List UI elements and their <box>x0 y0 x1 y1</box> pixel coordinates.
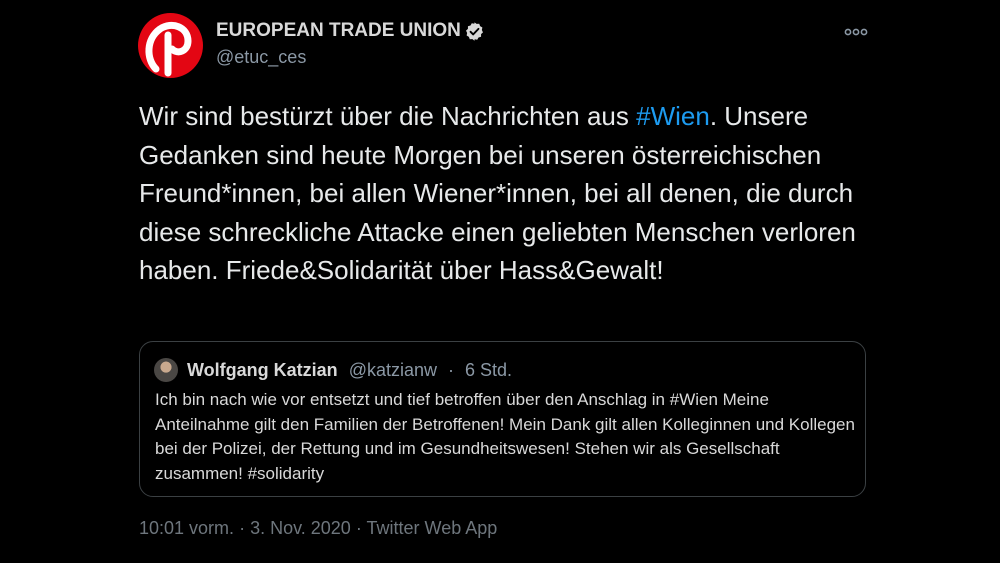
etuc-logo-icon <box>145 22 192 77</box>
author-handle[interactable]: @etuc_ces <box>216 47 306 68</box>
tweet-text-start: Wir sind bestürzt über die Nachrichten a… <box>139 101 637 131</box>
quote-author-avatar[interactable] <box>154 358 178 382</box>
author-avatar[interactable] <box>138 13 203 78</box>
quote-age[interactable]: 6 Std. <box>465 360 512 380</box>
metadata-separator: · <box>239 518 246 538</box>
quote-separator: · <box>448 360 455 380</box>
tweet-source[interactable]: Twitter Web App <box>367 518 498 538</box>
quote-author-name[interactable]: Wolfgang Katzian <box>187 360 338 380</box>
tweet-detail: EUROPEAN TRADE UNION @etuc_ces Wir sind … <box>0 0 1000 563</box>
hashtag-link[interactable]: #Wien <box>636 101 710 131</box>
more-options-icon[interactable] <box>842 22 870 42</box>
tweet-date[interactable]: 3. Nov. 2020 <box>250 518 351 538</box>
quote-author-handle[interactable]: @katzianw <box>349 360 437 380</box>
tweet-text: Wir sind bestürzt über die Nachrichten a… <box>139 97 859 290</box>
tweet-time[interactable]: 10:01 vorm. <box>139 518 234 538</box>
author-name[interactable]: EUROPEAN TRADE UNION <box>216 20 461 42</box>
metadata-separator: · <box>355 518 362 538</box>
quote-text: Ich bin nach wie vor entsetzt und tief b… <box>155 390 855 483</box>
quote-header: Wolfgang Katzian @katzianw · 6 Std. <box>187 358 512 382</box>
verified-badge-icon <box>466 22 483 41</box>
quoted-tweet[interactable]: Wolfgang Katzian @katzianw · 6 Std. Ich … <box>139 341 866 497</box>
tweet-metadata: 10:01 vorm. · 3. Nov. 2020 · Twitter Web… <box>139 518 497 539</box>
